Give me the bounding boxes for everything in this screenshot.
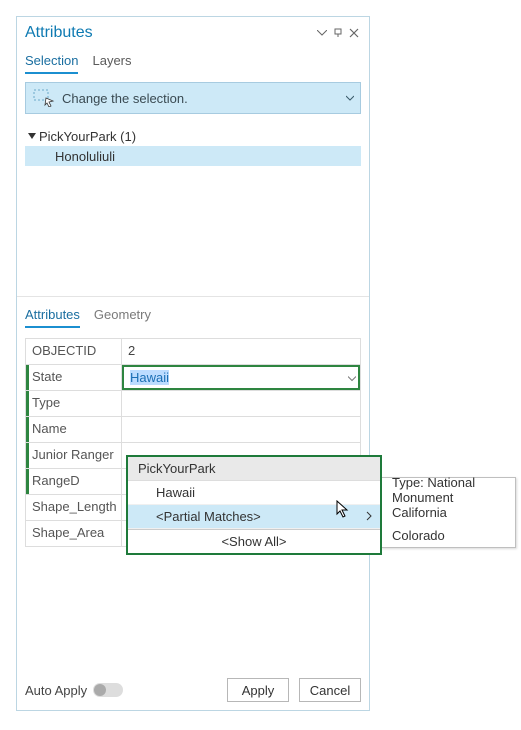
selection-bar[interactable]: Change the selection. [25,82,361,114]
state-dropdown: PickYourPark Hawaii <Partial Matches> <S… [126,455,382,555]
field-value[interactable] [122,391,361,416]
tree-feature-row[interactable]: Honoluliuli [25,146,361,166]
auto-apply-label: Auto Apply [25,683,87,698]
tree-layer-row[interactable]: PickYourPark (1) [25,126,361,146]
tree-feature-label: Honoluliuli [55,149,115,164]
close-button[interactable] [349,28,363,38]
tree-layer-label: PickYourPark (1) [39,129,136,144]
tab-layers[interactable]: Layers [92,53,131,74]
dropdown-source[interactable]: PickYourPark [128,457,380,481]
partial-matches-submenu: Type: National Monument California Color… [381,477,516,548]
submenu-header: Type: National Monument [382,478,515,501]
state-input[interactable] [122,365,360,390]
auto-apply-toggle[interactable]: Auto Apply [25,683,123,698]
pane-title: Attributes [25,24,315,42]
selection-bar-label: Change the selection. [62,91,354,106]
field-label: State [26,365,122,390]
tab-selection[interactable]: Selection [25,53,78,74]
dropdown-item-label: <Partial Matches> [156,509,261,524]
field-value: 2 [122,339,361,364]
titlebar: Attributes [17,17,369,45]
attributes-pane: Attributes Selection Layers Change the s… [16,16,370,711]
expand-icon[interactable] [27,129,39,144]
menu-button[interactable] [317,30,331,36]
chevron-down-icon [346,89,354,107]
mid-tabs: Attributes Geometry [17,296,369,328]
cancel-button[interactable]: Cancel [299,678,361,702]
dropdown-show-all[interactable]: <Show All> [128,529,380,553]
footer: Auto Apply Apply Cancel [17,670,369,710]
select-tool-icon [32,87,56,109]
tab-geometry[interactable]: Geometry [94,303,151,328]
field-value-cell [122,365,361,390]
submenu-option[interactable]: Colorado [382,524,515,547]
field-label: OBJECTID [26,339,122,364]
row-state[interactable]: State [26,365,361,391]
apply-button[interactable]: Apply [227,678,289,702]
chevron-right-icon [366,509,372,524]
field-label: Type [26,391,122,416]
field-label: Shape_Length [26,495,122,520]
feature-tree: PickYourPark (1) Honoluliuli [25,126,361,296]
field-label: RangeD [26,469,122,494]
dropdown-option[interactable]: Hawaii [128,481,380,505]
dropdown-partial-matches[interactable]: <Partial Matches> [128,505,380,529]
field-value[interactable] [122,417,361,442]
row-name[interactable]: Name [26,417,361,443]
tab-attributes[interactable]: Attributes [25,303,80,328]
toggle-switch-icon[interactable] [93,683,123,697]
autohide-button[interactable] [333,28,347,38]
row-type[interactable]: Type [26,391,361,417]
row-objectid[interactable]: OBJECTID 2 [26,339,361,365]
field-label: Shape_Area [26,521,122,546]
field-label: Name [26,417,122,442]
top-tabs: Selection Layers [17,45,369,74]
field-label: Junior Ranger [26,443,122,468]
